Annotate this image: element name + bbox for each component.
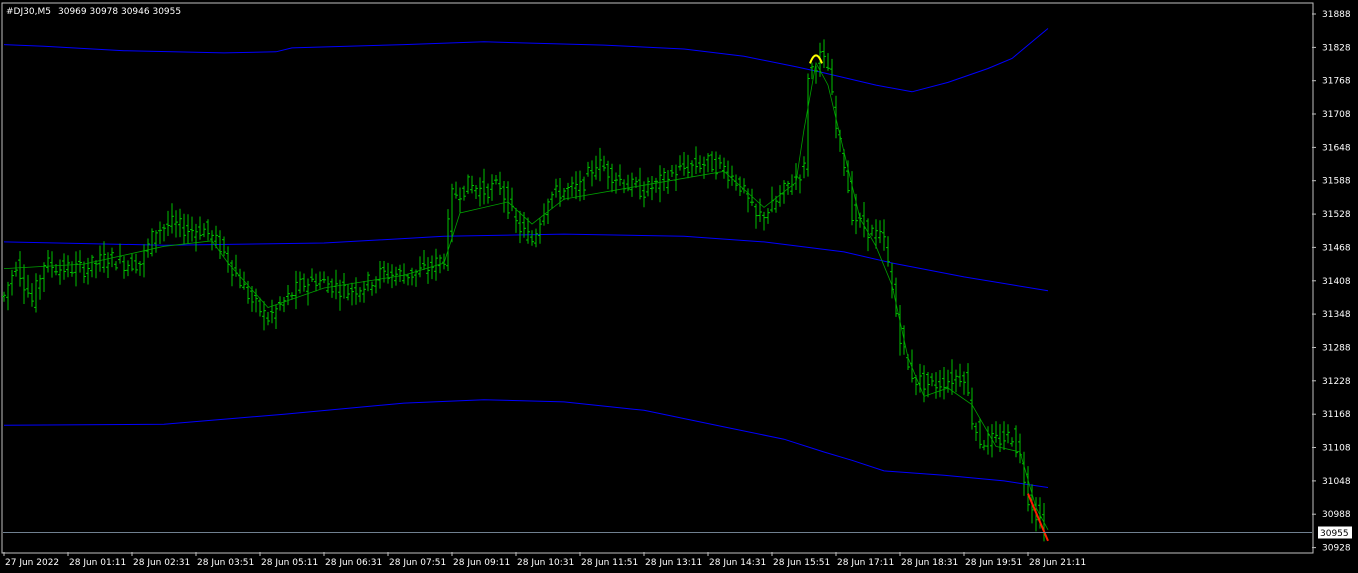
x-tick-label: 28 Jun 05:11 bbox=[261, 558, 318, 568]
x-tick-label: 28 Jun 19:51 bbox=[965, 558, 1022, 568]
y-tick-label: 31048 bbox=[1322, 477, 1351, 487]
y-tick-label: 31828 bbox=[1322, 43, 1351, 53]
x-tick-label: 28 Jun 02:31 bbox=[133, 558, 190, 568]
x-tick-label: 28 Jun 13:11 bbox=[645, 558, 702, 568]
y-tick-label: 31588 bbox=[1322, 177, 1351, 187]
x-tick-label: 28 Jun 01:11 bbox=[69, 558, 126, 568]
y-tick-label: 31348 bbox=[1322, 310, 1351, 320]
x-tick-label: 27 Jun 2022 bbox=[5, 558, 59, 568]
y-tick-label: 31228 bbox=[1322, 377, 1351, 387]
y-tick-label: 31408 bbox=[1322, 277, 1351, 287]
x-tick-label: 28 Jun 17:11 bbox=[837, 558, 894, 568]
y-tick-label: 31648 bbox=[1322, 143, 1351, 153]
y-tick-label: 31528 bbox=[1322, 210, 1351, 220]
x-tick-label: 28 Jun 14:31 bbox=[709, 558, 766, 568]
last-price-label: 30955 bbox=[1320, 529, 1349, 539]
x-tick-label: 28 Jun 21:11 bbox=[1029, 558, 1086, 568]
y-tick-label: 31768 bbox=[1322, 77, 1351, 87]
x-tick-label: 28 Jun 10:31 bbox=[517, 558, 574, 568]
x-tick-label: 28 Jun 06:31 bbox=[325, 558, 382, 568]
x-tick-label: 28 Jun 11:51 bbox=[581, 558, 638, 568]
y-tick-label: 31108 bbox=[1322, 444, 1351, 454]
y-tick-label: 31288 bbox=[1322, 344, 1351, 354]
y-tick-label: 31888 bbox=[1322, 10, 1351, 20]
y-tick-label: 30928 bbox=[1322, 544, 1351, 554]
chart-background bbox=[0, 0, 1358, 573]
y-tick-label: 31468 bbox=[1322, 243, 1351, 253]
x-tick-label: 28 Jun 15:51 bbox=[773, 558, 830, 568]
y-tick-label: 31168 bbox=[1322, 410, 1351, 420]
x-tick-label: 28 Jun 09:11 bbox=[453, 558, 510, 568]
price-chart[interactable]: #DJ30,M5 30969 30978 30946 30955 31888 31… bbox=[0, 0, 1358, 573]
ohlc-readout: 30969 30978 30946 30955 bbox=[58, 7, 181, 17]
x-tick-label: 28 Jun 03:51 bbox=[197, 558, 254, 568]
symbol-label: #DJ30,M5 bbox=[6, 7, 51, 17]
x-tick-label: 28 Jun 18:31 bbox=[901, 558, 958, 568]
y-tick-label: 31708 bbox=[1322, 110, 1351, 120]
y-tick-label: 30988 bbox=[1322, 510, 1351, 520]
x-tick-label: 28 Jun 07:51 bbox=[389, 558, 446, 568]
